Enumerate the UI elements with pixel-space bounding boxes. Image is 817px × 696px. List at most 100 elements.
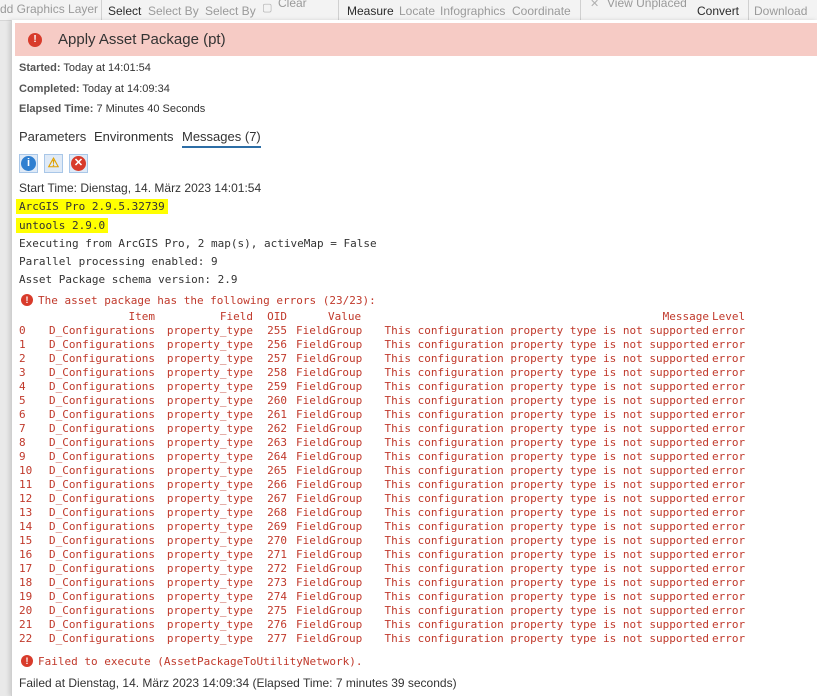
cell-field: property_type	[166, 338, 253, 351]
cell-item: D_Configurations	[49, 618, 155, 631]
cell-index: 0	[19, 324, 26, 337]
cell-field: property_type	[166, 492, 253, 505]
cell-index: 8	[19, 436, 26, 449]
ribbon-measure-button[interactable]: Measure	[347, 4, 394, 18]
cell-field: property_type	[166, 562, 253, 575]
cell-value: FieldGroup	[296, 394, 363, 407]
cell-level: error	[712, 478, 746, 491]
cell-item: D_Configurations	[49, 562, 155, 575]
cell-message: This configuration property type is not …	[384, 464, 709, 477]
table-row: 9 D_Configurations property_type 264 FieldGr…	[19, 450, 759, 464]
cell-index: 1	[19, 338, 26, 351]
ribbon-clear-button[interactable]: Clear	[278, 0, 307, 10]
cell-value: FieldGroup	[296, 618, 363, 631]
message-schema: Asset Package schema version: 2.9	[19, 273, 238, 286]
cell-field: property_type	[166, 590, 253, 603]
message-failed-at: Failed at Dienstag, 14. März 2023 14:09:…	[19, 676, 457, 690]
cell-value: FieldGroup	[296, 632, 363, 645]
cell-index: 2	[19, 352, 26, 365]
cell-index: 3	[19, 366, 26, 379]
completed-label: Completed:	[19, 83, 80, 95]
tab-environments[interactable]: Environments	[94, 129, 173, 144]
cell-item: D_Configurations	[49, 520, 155, 533]
cell-value: FieldGroup	[296, 506, 363, 519]
error-filter-button[interactable]: ✕	[69, 154, 88, 173]
cell-field: property_type	[166, 394, 253, 407]
cell-oid: 257	[267, 352, 287, 365]
cell-value: FieldGroup	[296, 338, 363, 351]
cell-field: property_type	[166, 366, 253, 379]
cell-message: This configuration property type is not …	[384, 562, 709, 575]
cell-value: FieldGroup	[296, 324, 363, 337]
table-row: 15 D_Configurations property_type 270 FieldG…	[19, 534, 759, 548]
table-row: 3 D_Configurations property_type 258 FieldGr…	[19, 366, 759, 380]
column-header-value: Value	[328, 310, 362, 323]
table-row: 14 D_Configurations property_type 269 FieldG…	[19, 520, 759, 534]
highlighted-text: untools 2.9.0	[16, 218, 109, 233]
ribbon-separator	[580, 0, 581, 20]
cell-index: 21	[19, 618, 33, 631]
ribbon-convert-button[interactable]: Convert	[697, 4, 739, 18]
cell-level: error	[712, 618, 746, 631]
cell-oid: 263	[267, 436, 287, 449]
message-arcgis-version: ArcGIS Pro 2.9.5.32739	[16, 199, 168, 214]
ribbon-download-button[interactable]: Download	[754, 4, 807, 18]
cell-message: This configuration property type is not …	[384, 352, 709, 365]
cell-index: 18	[19, 576, 33, 589]
tab-messages[interactable]: Messages (7)	[182, 129, 261, 148]
cell-field: property_type	[166, 618, 253, 631]
warning-filter-button[interactable]: ⚠	[44, 154, 63, 173]
ribbon-select-by-attributes-button[interactable]: Select By	[148, 4, 199, 18]
warning-icon: ⚠	[47, 155, 60, 170]
cell-value: FieldGroup	[296, 436, 363, 449]
app-ribbon: dd Graphics Layer Select Select By Selec…	[0, 0, 817, 21]
cell-item: D_Configurations	[49, 534, 155, 547]
cell-index: 15	[19, 534, 33, 547]
cell-oid: 274	[267, 590, 287, 603]
info-filter-button[interactable]: i	[19, 154, 38, 173]
cell-item: D_Configurations	[49, 492, 155, 505]
message-untools-version: untools 2.9.0	[16, 218, 109, 233]
cell-field: property_type	[166, 548, 253, 561]
ribbon-select-by-location-button[interactable]: Select By	[205, 4, 256, 18]
cell-oid: 277	[267, 632, 287, 645]
cell-index: 5	[19, 394, 26, 407]
cell-item: D_Configurations	[49, 352, 155, 365]
cell-message: This configuration property type is not …	[384, 408, 709, 421]
column-header-level: Level	[712, 310, 746, 323]
table-row: 13 D_Configurations property_type 268 FieldG…	[19, 506, 759, 520]
cell-field: property_type	[166, 506, 253, 519]
message-errors-header: The asset package has the following erro…	[38, 294, 376, 307]
cell-item: D_Configurations	[49, 408, 155, 421]
cell-item: D_Configurations	[49, 422, 155, 435]
view-unplaced-icon: ✕	[590, 0, 600, 10]
ribbon-graphics-layer[interactable]: dd Graphics Layer	[0, 2, 98, 16]
table-row: 16 D_Configurations property_type 271 FieldG…	[19, 548, 759, 562]
ribbon-coordinate-button[interactable]: Coordinate	[512, 4, 571, 18]
ribbon-infographics-button[interactable]: Infographics	[440, 4, 505, 18]
cell-field: property_type	[166, 408, 253, 421]
cell-value: FieldGroup	[296, 562, 363, 575]
cell-item: D_Configurations	[49, 436, 155, 449]
cell-message: This configuration property type is not …	[384, 492, 709, 505]
cell-value: FieldGroup	[296, 478, 363, 491]
ribbon-locate-button[interactable]: Locate	[399, 4, 435, 18]
ribbon-separator	[338, 0, 339, 20]
ribbon-select-button[interactable]: Select	[108, 4, 141, 18]
cell-message: This configuration property type is not …	[384, 534, 709, 547]
cell-message: This configuration property type is not …	[384, 436, 709, 449]
dialog-header: ! Apply Asset Package (pt)	[15, 23, 817, 56]
cell-oid: 267	[267, 492, 287, 505]
ribbon-view-unplaced-button[interactable]: View Unplaced	[607, 0, 687, 10]
cell-message: This configuration property type is not …	[384, 548, 709, 561]
cell-level: error	[712, 422, 746, 435]
dialog-title: Apply Asset Package (pt)	[58, 31, 226, 48]
column-header-field: Field	[219, 310, 253, 323]
cell-field: property_type	[166, 422, 253, 435]
cell-item: D_Configurations	[49, 380, 155, 393]
tab-parameters[interactable]: Parameters	[19, 129, 86, 144]
column-header-item: Item	[128, 310, 156, 323]
cell-oid: 266	[267, 478, 287, 491]
cell-field: property_type	[166, 450, 253, 463]
cell-oid: 269	[267, 520, 287, 533]
